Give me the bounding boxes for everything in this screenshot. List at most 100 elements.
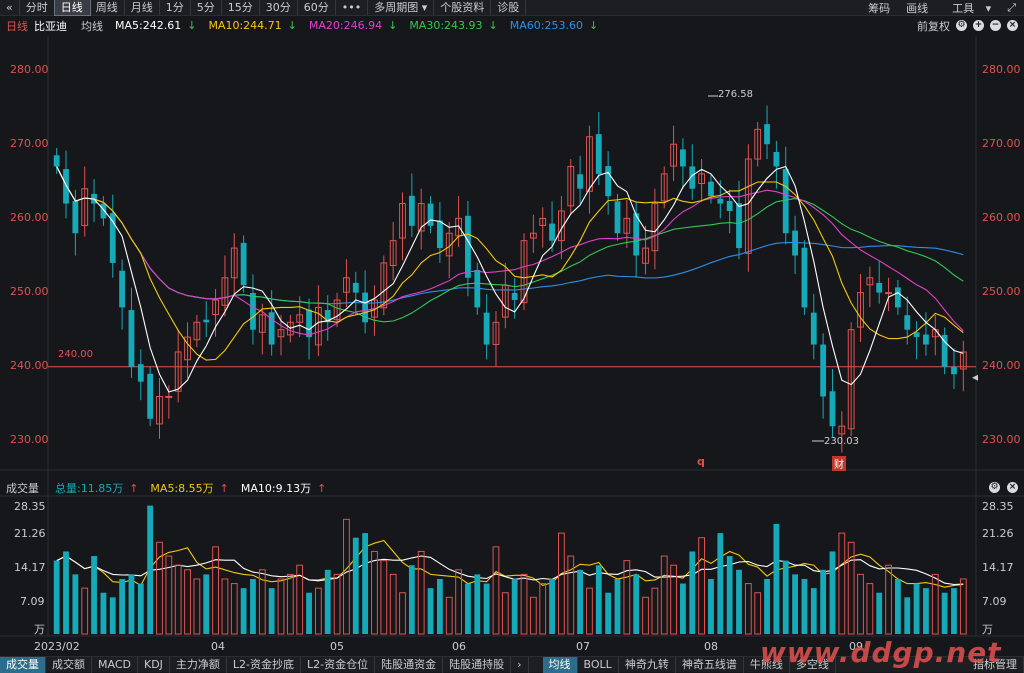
chevron-right-icon[interactable]: ›: [511, 656, 529, 673]
tab-l2-bottom[interactable]: L2-资金抄底: [227, 656, 302, 673]
period-toolbar: « 分时 日线 周线 月线 1分 5分 15分 30分 60分 ••• 多周期图…: [0, 0, 1024, 16]
tab-volume[interactable]: 成交量: [0, 656, 46, 673]
tools-button[interactable]: 工具 ▾: [936, 0, 999, 16]
hline-label: 240.00: [58, 349, 93, 360]
volume-settings-icon[interactable]: ⚙: [989, 482, 1000, 493]
price-tick: 230.00: [982, 433, 1021, 446]
tab-boll[interactable]: BOLL: [578, 656, 619, 673]
ma30-value: MA30:243.93 ↓: [409, 19, 498, 32]
price-tick: 270.00: [982, 137, 1021, 150]
volume-tick: 21.26: [982, 527, 1014, 540]
tab-60min[interactable]: 60分: [298, 0, 336, 15]
candle-body: [184, 336, 191, 361]
diagnose-button[interactable]: 诊股: [491, 0, 527, 15]
zoom-in-icon[interactable]: +: [973, 20, 984, 31]
price-tick: 260.00: [10, 211, 49, 224]
volume-bar: [230, 583, 238, 635]
volume-ma5-line: [56, 539, 964, 588]
tab-daily[interactable]: 日线: [53, 0, 91, 16]
candle-body: [689, 166, 696, 189]
period-label: 日线: [6, 19, 28, 33]
kline-chart[interactable]: [0, 0, 1024, 672]
volume-bar: [895, 578, 901, 634]
volume-bar: [380, 560, 388, 635]
tab-fenshi[interactable]: 分时: [20, 0, 55, 15]
volume-bar: [333, 573, 341, 635]
volume-bar: [717, 533, 724, 634]
candle-body: [577, 174, 583, 189]
tab-30min[interactable]: 30分: [260, 0, 298, 15]
tab-turnover[interactable]: 成交额: [46, 656, 92, 673]
volume-tick: 21.26: [14, 527, 46, 540]
candle-body: [829, 391, 836, 427]
volume-bar: [371, 550, 378, 635]
multi-period-button[interactable]: 多周期图 ▾: [368, 0, 435, 15]
candle-body: [250, 292, 256, 330]
tab-weekly[interactable]: 周线: [90, 0, 125, 15]
draw-line-button[interactable]: 画线: [898, 0, 936, 16]
more-periods-button[interactable]: •••: [336, 0, 369, 15]
price-tick: 230.00: [10, 433, 49, 446]
volume-bar: [820, 569, 827, 634]
earnings-marker[interactable]: 财: [832, 456, 846, 471]
tab-l2-position[interactable]: L2-资金仓位: [301, 656, 376, 673]
candle-body: [165, 395, 173, 398]
candle-body: [754, 128, 762, 160]
volume-bar: [277, 578, 285, 635]
candle-body: [465, 215, 471, 278]
ma-label: 均线: [81, 19, 103, 33]
volume-bar: [782, 560, 789, 634]
tab-hk-connect-holdings[interactable]: 陆股通持股: [443, 656, 512, 673]
price-tick: 240.00: [982, 359, 1021, 372]
tab-monthly[interactable]: 月线: [125, 0, 160, 15]
tab-kdj[interactable]: KDJ: [138, 656, 170, 673]
adjust-dropdown[interactable]: 前复权: [917, 18, 950, 34]
volume-bar: [362, 533, 369, 634]
expand-icon[interactable]: ⤢: [999, 1, 1024, 15]
volume-bar: [810, 588, 817, 634]
volume-bar: [558, 532, 565, 635]
tab-5min[interactable]: 5分: [191, 0, 222, 15]
volume-bar: [913, 583, 920, 634]
candle-body: [352, 282, 359, 293]
volume-bar: [324, 569, 331, 634]
volume-bar: [680, 583, 686, 634]
tab-magic-nine[interactable]: 神奇九转: [619, 656, 676, 673]
volume-bar: [959, 578, 967, 635]
volume-bar: [829, 551, 836, 634]
tab-1min[interactable]: 1分: [160, 0, 191, 15]
candle-body: [53, 155, 60, 167]
volume-bar: [240, 588, 247, 634]
tab-ma[interactable]: 均线: [542, 656, 578, 673]
ma10-value: MA10:244.71 ↓: [208, 19, 297, 32]
candle-body: [876, 282, 883, 293]
back-icon[interactable]: «: [0, 0, 20, 15]
candle-body: [539, 217, 547, 226]
settings-icon[interactable]: ⚙: [956, 20, 967, 31]
volume-bar: [754, 592, 762, 635]
volume-bar: [445, 596, 453, 635]
stock-name: 比亚迪: [34, 19, 67, 33]
ma-info-bar: 日线 比亚迪 均线 MA5:242.61 ↓ MA10:244.71 ↓ MA20:…: [0, 17, 1024, 34]
volume-bar: [586, 587, 593, 635]
candle-body: [286, 321, 294, 336]
stock-info-button[interactable]: 个股资料: [434, 0, 492, 15]
candle-body: [314, 306, 322, 346]
ma10-line: [56, 166, 964, 361]
volume-bar: [951, 588, 957, 634]
tab-main-net[interactable]: 主力净额: [170, 656, 227, 673]
candle-body: [904, 315, 911, 330]
tab-hk-connect-funds[interactable]: 陆股通资金: [375, 656, 444, 673]
volume-close-icon[interactable]: ×: [1007, 482, 1018, 493]
date-tick: 05: [330, 640, 344, 653]
candle-body: [549, 223, 555, 241]
candle-body: [333, 299, 341, 321]
zoom-out-icon[interactable]: −: [990, 20, 1001, 31]
close-icon[interactable]: ×: [1007, 20, 1018, 31]
date-tick: 2023/02: [34, 640, 80, 653]
candle-body: [100, 203, 107, 219]
chips-button[interactable]: 筹码: [860, 0, 898, 16]
tab-magic-five[interactable]: 神奇五线谱: [676, 656, 744, 673]
tab-macd[interactable]: MACD: [92, 656, 138, 673]
tab-15min[interactable]: 15分: [222, 0, 260, 15]
